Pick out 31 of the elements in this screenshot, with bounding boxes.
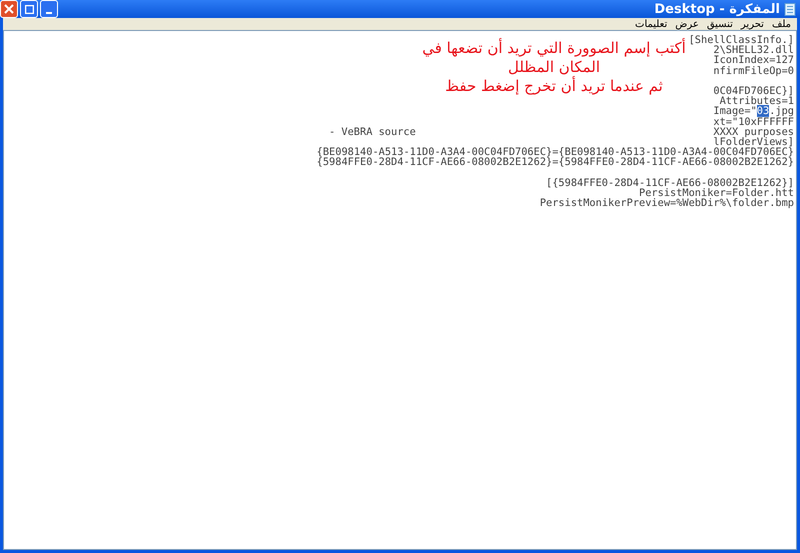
annotation-text: المكان المظلل (506, 58, 602, 76)
text-line: xt="10xFFFFFF (713, 116, 794, 127)
text-line: {BE098140-A513-11D0-A3A4-00C04FD706EC}={BE098140-A513-11D0-A3A4-00C04FD706EC} (316, 147, 794, 158)
minimize-icon (46, 12, 52, 14)
text-line: 0C04FD706EC}] (713, 86, 794, 96)
menu-item[interactable]: عرض (675, 18, 699, 30)
annotation-text: ثم عندما تريد أن تخرج إضغط حفظ (444, 77, 664, 96)
window-title: المفكرة - Desktop (654, 2, 780, 16)
text-line: XXXX purposes (713, 126, 794, 137)
text-line: {5984FFE0-28D4-11CF-AE66-08002B2E1262}={5984FFE0-28D4-11CF-AE66-08002B2E1262} (316, 157, 794, 168)
text-line: lFolderViews] (713, 136, 794, 148)
text-line: [{5984FFE0-28D4-11CF-AE66-08002B2E1262}] (546, 178, 794, 188)
menu-item[interactable]: تحرير (740, 18, 764, 30)
close-icon (4, 4, 14, 14)
text-line: - VeBRA source (329, 126, 416, 137)
text-line: PersistMonikerPreview=%WebDir%\folder.bmp (540, 198, 794, 208)
text-line: nfirmFileOp=0 (713, 66, 794, 76)
minimize-button[interactable] (40, 0, 58, 18)
maximize-button[interactable] (20, 0, 38, 18)
text-line: IconIndex=127 (713, 55, 794, 66)
text-line: Image="03.jpg (713, 106, 794, 116)
close-button[interactable] (0, 0, 18, 18)
text-line: Attributes=1 (720, 96, 794, 106)
text-line: 2\SHELL32.dll (713, 45, 794, 56)
menu-item[interactable]: تنسيق (706, 18, 733, 30)
menu-item[interactable]: تعليمات (635, 18, 668, 30)
text-line: [ShellClassInfo.] (688, 35, 794, 46)
text-line: PersistMoniker=Folder.htt (639, 188, 794, 198)
menu-item[interactable]: ملف (772, 18, 791, 30)
notepad-icon (784, 2, 796, 16)
maximize-icon (24, 4, 34, 14)
